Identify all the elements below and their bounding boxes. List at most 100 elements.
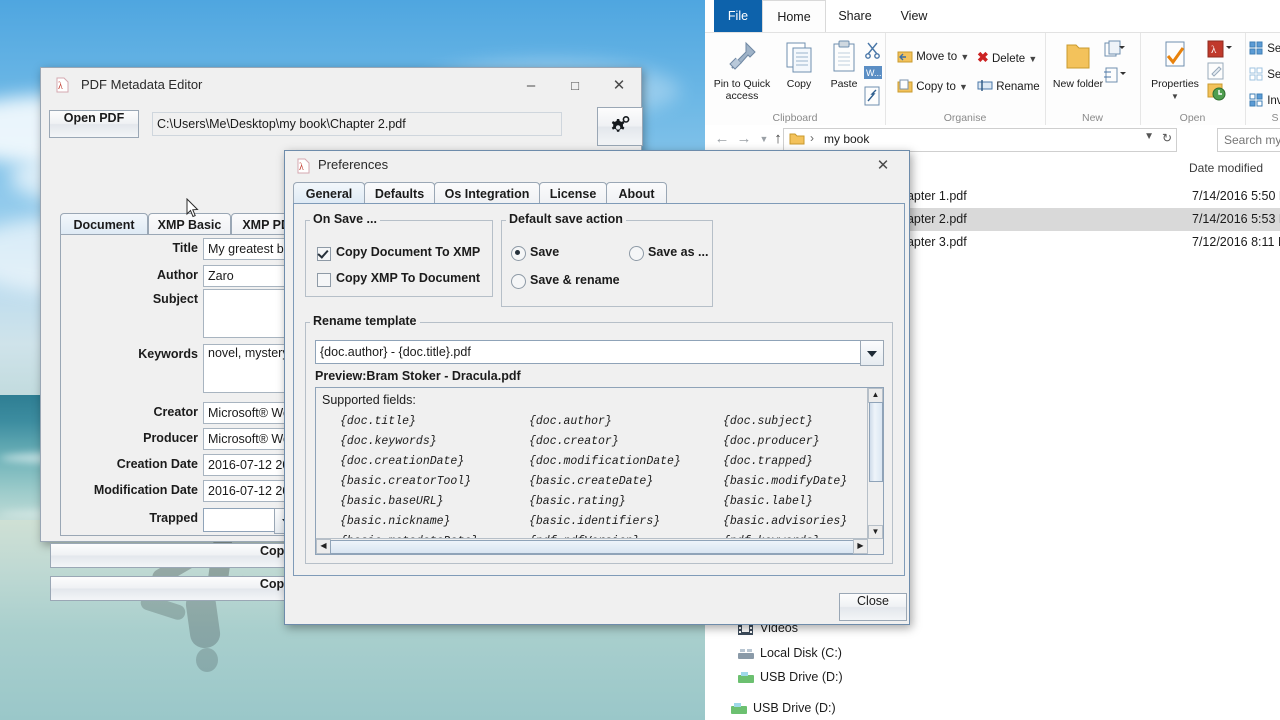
back-button[interactable]: ← xyxy=(711,128,733,150)
preferences-dialog[interactable]: λ Preferences ✕ General Defaults Os Inte… xyxy=(284,150,910,625)
rename-template-dropdown-arrow[interactable] xyxy=(860,340,884,366)
field-token: {basic.advisories} xyxy=(723,515,848,528)
new-folder-icon xyxy=(1051,39,1105,79)
pin-to-quick-access-button[interactable]: Pin to Quick access xyxy=(708,39,776,102)
field-token: {basic.createDate} xyxy=(529,475,654,488)
cut-icon[interactable] xyxy=(863,41,883,64)
ribbon-group-label-organise: Organise xyxy=(943,112,987,124)
title-bar[interactable]: λ PDF Metadata Editor – □ ✕ xyxy=(41,68,641,103)
breadcrumb[interactable]: › my book ▼ ↻ xyxy=(783,128,1177,152)
maximize-button[interactable]: □ xyxy=(553,68,597,103)
ribbon-tab-share[interactable]: Share xyxy=(824,0,886,32)
nav-item-usb-drive-1[interactable]: USB Drive (D:) xyxy=(738,670,843,684)
tab-about[interactable]: About xyxy=(606,182,667,205)
ribbon-tab-home[interactable]: Home xyxy=(762,0,826,33)
paste-button[interactable]: Paste xyxy=(821,39,867,91)
copy-to-button[interactable]: Copy to ▼ xyxy=(897,79,968,93)
refresh-icon[interactable]: ↻ xyxy=(1162,131,1172,145)
pdf-path-field[interactable]: C:\Users\Me\Desktop\my book\Chapter 2.pd… xyxy=(152,112,562,136)
fields-horizontal-scrollbar[interactable]: ◀ ▶ xyxy=(316,538,883,554)
chevron-down-icon[interactable]: ▼ xyxy=(960,52,969,62)
chevron-down-icon[interactable]: ▼ xyxy=(959,82,968,92)
folder-icon xyxy=(789,132,805,149)
preferences-title-bar[interactable]: λ Preferences ✕ xyxy=(285,151,909,180)
select-none-button[interactable]: Sele xyxy=(1249,67,1280,81)
scroll-right-arrow[interactable]: ▶ xyxy=(853,539,868,554)
address-bar[interactable]: ← → ▼ ↑ › my book ▼ ↻ Search my xyxy=(705,125,1280,153)
save-as-radio[interactable] xyxy=(629,246,644,261)
history-icon[interactable] xyxy=(1206,81,1230,106)
tab-xmp-basic[interactable]: XMP Basic xyxy=(148,213,231,236)
new-folder-line2: folder xyxy=(1076,78,1104,90)
chevron-down-icon[interactable]: ▼ xyxy=(1142,91,1208,103)
field-token: {doc.modificationDate} xyxy=(529,455,681,468)
scroll-up-arrow[interactable]: ▲ xyxy=(868,388,883,403)
field-token: {doc.producer} xyxy=(723,435,820,448)
ribbon[interactable]: Pin to Quick access Copy Paste W... Clip… xyxy=(705,32,1280,127)
tab-os-integration[interactable]: Os Integration xyxy=(434,182,540,205)
window-title: PDF Metadata Editor xyxy=(81,77,203,92)
field-label-creation-date: Creation Date xyxy=(116,457,198,471)
field-token: {basic.label} xyxy=(723,495,813,508)
rename-label: Rename xyxy=(996,81,1040,93)
horizontal-scroll-thumb[interactable] xyxy=(330,540,855,554)
new-item-icon[interactable] xyxy=(1103,40,1127,63)
breadcrumb-path[interactable]: my book xyxy=(824,132,869,146)
settings-button[interactable] xyxy=(597,107,643,146)
general-tab-panel: On Save ... Copy Document To XMP Copy XM… xyxy=(293,203,905,576)
rename-button[interactable]: Rename xyxy=(977,79,1040,93)
nav-item-usb-drive-2[interactable]: USB Drive (D:) xyxy=(731,701,836,715)
pin-label-line2: access xyxy=(725,89,759,102)
nav-item-local-disk[interactable]: Local Disk (C:) xyxy=(738,646,842,660)
delete-button[interactable]: ✖ Delete ▼ xyxy=(977,49,1037,66)
scroll-left-arrow[interactable]: ◀ xyxy=(316,539,331,554)
properties-button[interactable]: Properties ▼ xyxy=(1142,39,1208,102)
file-name: hapter 1.pdf xyxy=(900,189,967,203)
rename-template-input[interactable]: {doc.author} - {doc.title}.pdf xyxy=(315,340,865,364)
breadcrumb-separator: › xyxy=(810,131,814,145)
new-folder-button[interactable]: New folder xyxy=(1051,39,1105,91)
copy-icon xyxy=(777,39,821,79)
on-save-legend: On Save ... xyxy=(310,212,380,226)
forward-button[interactable]: → xyxy=(733,128,755,150)
invert-selection-button[interactable]: Inve xyxy=(1249,93,1280,107)
column-date-modified[interactable]: Date modified xyxy=(1189,155,1263,181)
gear-icon xyxy=(607,116,633,141)
chevron-down-icon[interactable]: ▼ xyxy=(1144,131,1154,142)
easy-access-icon[interactable] xyxy=(1103,66,1127,89)
preferences-tabs[interactable]: General Defaults Os Integration License … xyxy=(293,182,903,207)
vertical-scroll-thumb[interactable] xyxy=(869,402,883,482)
save-and-rename-radio[interactable] xyxy=(511,274,526,289)
copy-document-to-xmp-checkbox[interactable] xyxy=(317,247,331,261)
copy-button[interactable]: Copy xyxy=(777,39,821,91)
minimize-button[interactable]: – xyxy=(509,68,553,103)
move-to-button[interactable]: Move to ▼ xyxy=(897,49,969,63)
tab-license[interactable]: License xyxy=(539,182,607,205)
chevron-down-icon[interactable]: ▼ xyxy=(1028,54,1037,64)
save-as-radio-label: Save as ... xyxy=(648,245,709,259)
supported-fields-list[interactable]: Supported fields: {doc.title} {doc.autho… xyxy=(315,387,884,555)
open-pdf-button[interactable]: Open PDF xyxy=(49,110,139,138)
ribbon-tab-strip[interactable]: File Home Share View xyxy=(705,0,1280,33)
copy-xmp-to-document-checkbox[interactable] xyxy=(317,273,331,287)
fields-vertical-scrollbar[interactable]: ▲ ▼ xyxy=(867,388,883,540)
copy-path-icon[interactable]: W... xyxy=(863,65,883,86)
ribbon-tab-view[interactable]: View xyxy=(886,0,942,32)
close-button[interactable]: Close xyxy=(839,593,907,621)
search-input[interactable]: Search my xyxy=(1217,128,1280,152)
open-with-pdf-icon[interactable]: λ xyxy=(1206,40,1232,63)
preferences-close-icon[interactable]: ✕ xyxy=(861,151,905,180)
supported-fields-heading: Supported fields: xyxy=(322,393,416,407)
close-button[interactable]: ✕ xyxy=(597,68,641,103)
save-radio[interactable] xyxy=(511,246,526,261)
ribbon-tab-file[interactable]: File xyxy=(714,0,762,32)
save-radio-label: Save xyxy=(530,245,560,259)
file-name: hapter 2.pdf xyxy=(900,212,967,226)
move-to-label: Move to xyxy=(916,51,958,63)
trapped-select[interactable] xyxy=(203,508,279,532)
tab-defaults[interactable]: Defaults xyxy=(364,182,435,205)
copy-label: Copy xyxy=(786,78,812,90)
select-all-button[interactable]: Sele xyxy=(1249,41,1280,55)
paste-shortcut-icon[interactable] xyxy=(863,85,881,112)
ribbon-group-select: Sele Sele Inve S xyxy=(1245,33,1280,126)
